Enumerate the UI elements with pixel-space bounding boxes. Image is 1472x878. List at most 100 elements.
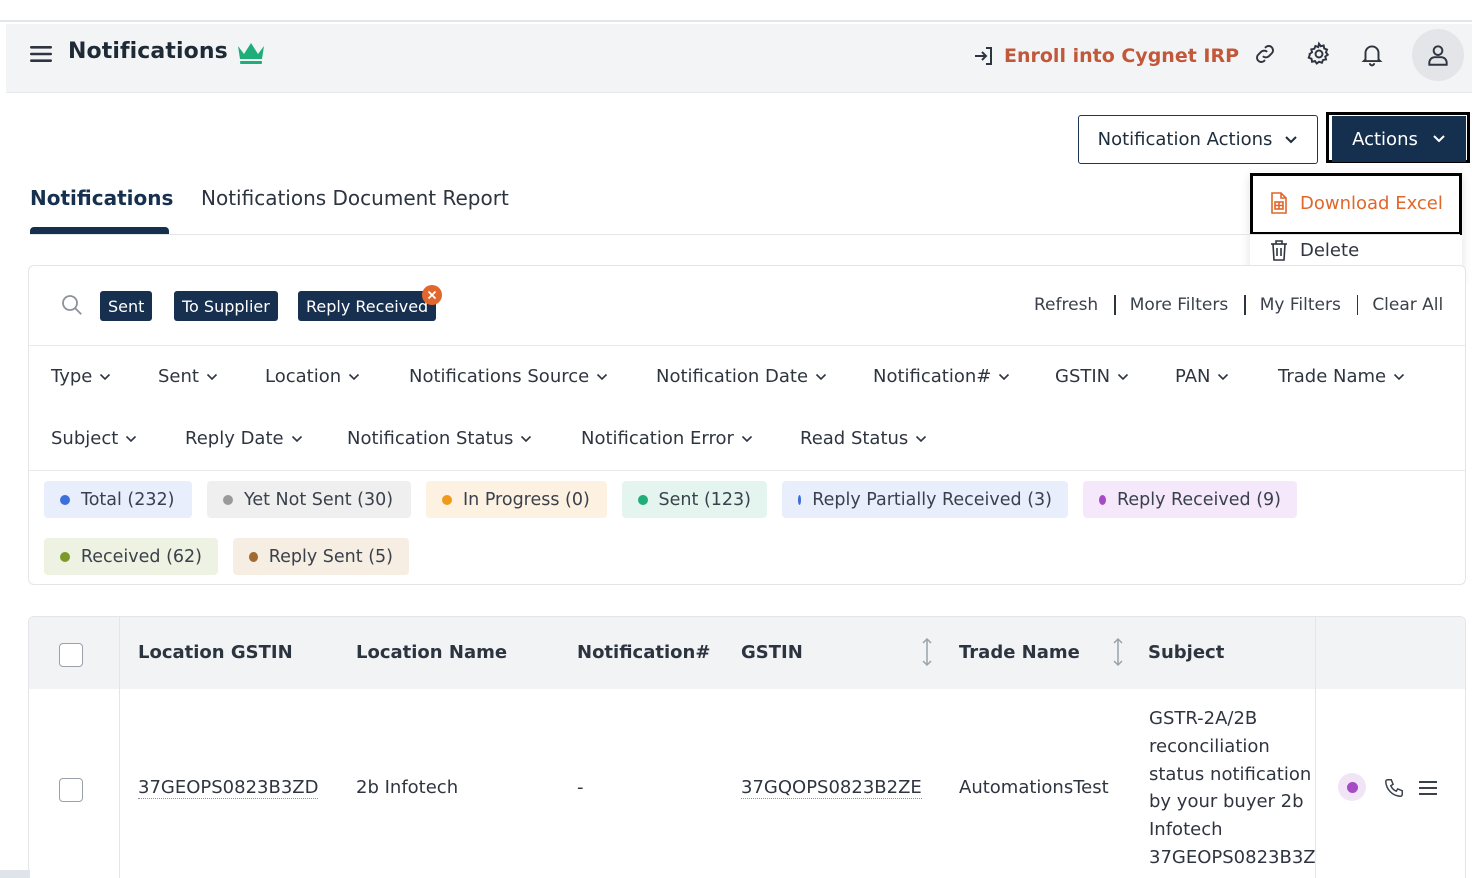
top-strip [0, 0, 1472, 22]
filter-type-label: Type [51, 366, 93, 387]
status-dot [442, 494, 452, 505]
user-avatar[interactable] [1412, 29, 1464, 81]
filter-sent-label: Sent [158, 366, 199, 387]
status-dot [798, 494, 802, 505]
tab-notifications[interactable]: Notifications [30, 186, 173, 210]
subject-line: GSTR-2A/2B [1149, 708, 1258, 729]
filter-notification-number-label: Notification# [873, 366, 992, 387]
filter-notification-status[interactable]: Notification Status [347, 428, 532, 449]
filter-notifications-source-label: Notifications Source [409, 366, 590, 387]
link-icon[interactable] [1252, 41, 1278, 67]
filter-subject[interactable]: Subject [51, 428, 137, 449]
status-pill-label: Reply Received (9) [1116, 489, 1281, 510]
link-separator [1114, 295, 1116, 315]
chevron-down-icon [100, 373, 111, 380]
column-header-notification-number[interactable]: Notification# [577, 642, 710, 663]
subject-line: 37GEOPS0823B3Z [1149, 846, 1316, 868]
filter-notification-number[interactable]: Notification# [873, 366, 1010, 387]
status-pill-label: Total (232) [81, 489, 175, 510]
subject-line: by your buyer 2b [1149, 791, 1304, 813]
row-checkbox[interactable] [59, 778, 83, 802]
filter-notification-error[interactable]: Notification Error [581, 428, 753, 449]
filter-chip-to-supplier[interactable]: To Supplier [174, 291, 278, 321]
filter-reply-date[interactable]: Reply Date [185, 428, 303, 449]
sort-icon[interactable] [920, 637, 934, 667]
delete-label: Delete [1300, 239, 1360, 261]
filter-read-status[interactable]: Read Status [800, 428, 927, 449]
sort-icon[interactable] [1111, 637, 1125, 667]
status-pill-reply-sent[interactable]: Reply Sent (5) [233, 538, 409, 575]
phone-icon[interactable] [1383, 777, 1405, 799]
bell-icon[interactable] [1359, 41, 1385, 67]
filter-reply-date-label: Reply Date [185, 428, 284, 449]
status-pill-label: Reply Partially Received (3) [812, 489, 1052, 510]
filter-pan[interactable]: PAN [1175, 366, 1229, 387]
crown-icon [235, 38, 267, 66]
filter-type[interactable]: Type [51, 366, 111, 387]
divider [29, 345, 1465, 346]
chevron-down-icon [741, 435, 752, 442]
column-header-subject[interactable]: Subject [1148, 642, 1224, 663]
filter-chip-sent[interactable]: Sent [100, 291, 153, 321]
filter-notifications-source[interactable]: Notifications Source [409, 366, 608, 387]
filter-location-label: Location [265, 366, 342, 387]
filter-chip-reply-received[interactable]: Reply Received [298, 291, 437, 321]
link-separator [1244, 295, 1246, 315]
status-pill-total[interactable]: Total (232) [44, 481, 192, 518]
column-header-trade-name[interactable]: Trade Name [959, 642, 1080, 663]
filter-subject-label: Subject [51, 428, 119, 449]
status-pill-sent[interactable]: Sent (123) [622, 481, 767, 518]
cell-notification-number: - [577, 777, 584, 798]
close-icon[interactable] [422, 285, 442, 305]
subject-line: reconciliation [1149, 735, 1270, 757]
status-pill-reply-received[interactable]: Reply Received (9) [1083, 481, 1297, 518]
cell-location-name: 2b Infotech [356, 777, 459, 798]
status-pill-received[interactable]: Received (62) [44, 538, 218, 575]
status-pill-label: In Progress (0) [463, 489, 590, 510]
gear-icon[interactable] [1306, 41, 1332, 67]
refresh-link[interactable]: Refresh [1034, 295, 1098, 315]
column-header-location-gstin[interactable]: Location GSTIN [138, 642, 293, 663]
actions-label: Actions [1352, 128, 1418, 150]
column-header-location-name[interactable]: Location Name [356, 642, 507, 663]
filter-sent[interactable]: Sent [158, 366, 218, 387]
status-pill-in-progress[interactable]: In Progress (0) [426, 481, 607, 518]
enroll-label: Enroll into Cygnet IRP [1004, 45, 1240, 67]
filter-location[interactable]: Location [265, 366, 360, 387]
delete-item[interactable]: Delete [1270, 239, 1359, 261]
chevron-down-icon [521, 435, 532, 442]
notification-actions-button[interactable]: Notification Actions [1078, 115, 1318, 164]
enroll-link[interactable]: Enroll into Cygnet IRP [972, 44, 1239, 68]
chevron-down-icon [597, 373, 608, 380]
notifications-table: Location GSTIN Location Name Notificatio… [28, 616, 1466, 878]
cell-gstin[interactable]: 37GQOPS0823B2ZE [741, 777, 922, 799]
row-status-indicator [1338, 773, 1366, 801]
more-filters-link[interactable]: More Filters [1130, 295, 1229, 315]
status-dot [249, 551, 258, 562]
notification-actions-label: Notification Actions [1097, 129, 1273, 150]
status-pill-yet-not-sent[interactable]: Yet Not Sent (30) [207, 481, 411, 518]
column-header-gstin[interactable]: GSTIN [741, 642, 803, 663]
trash-icon [1271, 240, 1287, 261]
filter-panel: Sent To Supplier Reply Received Refresh … [28, 265, 1466, 585]
tab-notifications-document-report[interactable]: Notifications Document Report [201, 186, 509, 210]
scroll-indicator [0, 870, 30, 878]
chevron-down-icon [916, 435, 927, 442]
menu-icon[interactable] [28, 41, 54, 67]
filter-trade-name[interactable]: Trade Name [1278, 366, 1405, 387]
search-icon[interactable] [61, 294, 83, 316]
filter-notification-date[interactable]: Notification Date [656, 366, 827, 387]
chevron-down-icon [1285, 135, 1298, 143]
status-pill-label: Received (62) [80, 546, 202, 567]
cell-location-gstin[interactable]: 37GEOPS0823B3ZD [138, 777, 319, 799]
list-icon[interactable] [1418, 779, 1438, 797]
status-pill-reply-partially-received[interactable]: Reply Partially Received (3) [782, 481, 1068, 518]
status-dot [223, 494, 233, 505]
select-all-checkbox[interactable] [59, 643, 83, 667]
my-filters-link[interactable]: My Filters [1260, 295, 1341, 315]
filter-gstin[interactable]: GSTIN [1055, 366, 1129, 387]
clear-all-link[interactable]: Clear All [1372, 295, 1443, 315]
actions-button[interactable]: Actions [1332, 116, 1466, 162]
filter-links: Refresh More Filters My Filters Clear Al… [1034, 295, 1443, 315]
filter-trade-name-label: Trade Name [1278, 366, 1387, 387]
